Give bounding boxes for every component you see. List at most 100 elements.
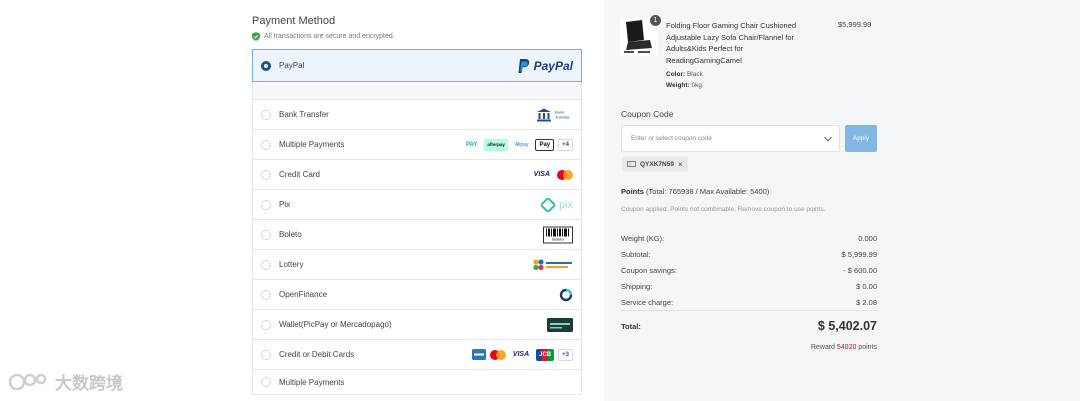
afterpay-logo: afterpay xyxy=(484,138,508,151)
summary-row-shipping: Shipping: $ 0.00 xyxy=(621,278,877,294)
summary-label: Shipping: xyxy=(621,281,653,291)
payment-method-list: PayPal PayPal Bank Transfer Bank Transfe… xyxy=(252,49,582,395)
apply-coupon-button[interactable]: Apply xyxy=(845,125,877,152)
visa-logo: VISA xyxy=(512,351,530,358)
payment-option-bank-transfer[interactable]: Bank Transfer Bank Transfer xyxy=(252,100,582,130)
summary-label: Coupon savings: xyxy=(621,265,677,275)
amex-icon xyxy=(471,349,486,360)
color-value: Black xyxy=(686,71,703,78)
secure-note-text: All transactions are secure and encrypte… xyxy=(264,33,395,40)
summary-label: Weight (KG): xyxy=(621,233,665,243)
product-name: Folding Floor Gaming Chair Cushioned Adj… xyxy=(666,21,797,65)
more-count-badge: +3 xyxy=(558,348,573,361)
radio-unselected[interactable] xyxy=(261,169,271,180)
payment-option-multiple-payments[interactable]: Multiple Payments PAY afterpay Alipay Pa… xyxy=(252,130,582,160)
payment-option-multiple-payments-2[interactable]: Multiple Payments xyxy=(252,370,582,395)
payment-option-label: Wallet(PicPay or Mercadopago) xyxy=(279,320,392,329)
visa-logo: VISA xyxy=(533,171,550,178)
bank-transfer-logo-text: Bank Transfer xyxy=(555,109,570,120)
radio-unselected[interactable] xyxy=(261,377,271,387)
payment-option-wallet[interactable]: Wallet(PicPay or Mercadopago) xyxy=(252,310,582,340)
radio-unselected[interactable] xyxy=(261,349,271,360)
watermark-logo-icon xyxy=(8,373,47,390)
remove-coupon-icon[interactable]: × xyxy=(678,160,683,169)
reward-suffix: points xyxy=(858,344,877,351)
pay-logo: PAY xyxy=(465,141,478,148)
applied-coupon-code: QYXK7N59 xyxy=(640,160,674,168)
barcode-icon xyxy=(546,228,569,236)
summary-value: - $ 600.00 xyxy=(843,265,877,275)
payment-option-label: Bank Transfer xyxy=(279,110,329,119)
payment-option-label: Credit Card xyxy=(279,170,320,179)
payment-option-label: Multiple Payments xyxy=(279,140,345,149)
bank-transfer-logo: Bank Transfer xyxy=(537,108,573,121)
coupon-placeholder: Enter or select coupon code xyxy=(631,135,712,142)
credit-card-logos: VISA xyxy=(531,169,573,181)
points-info: Points (Total: 765938 / Max Available: 5… xyxy=(621,187,769,196)
radio-unselected[interactable] xyxy=(261,259,271,270)
bank-icon xyxy=(537,108,551,121)
radio-unselected[interactable] xyxy=(261,109,271,120)
radio-unselected[interactable] xyxy=(261,199,271,210)
points-label: Points xyxy=(621,187,644,196)
payment-option-label: Multiple Payments xyxy=(279,377,345,387)
payment-option-credit-or-debit-cards[interactable]: Credit or Debit Cards VISA JCB +3 xyxy=(252,340,582,370)
watermark-text: 大数跨境 xyxy=(55,374,123,393)
alipay-logo: Alipay xyxy=(514,141,529,148)
wallet-logo xyxy=(547,317,573,332)
mastercard-icon xyxy=(489,349,506,360)
weight-value: 0kg xyxy=(691,81,703,89)
reward-prefix: Reward xyxy=(810,344,835,351)
quantity-badge: 1 xyxy=(650,15,661,26)
applied-coupon-chip: QYXK7N59 × xyxy=(622,157,688,171)
radio-unselected[interactable] xyxy=(261,319,271,330)
watermark: 大数跨境 xyxy=(8,369,123,394)
payment-option-expanded-area xyxy=(252,82,582,100)
payment-option-label: OpenFinance xyxy=(279,290,328,299)
payment-option-label: Lottery xyxy=(279,260,304,269)
coupon-heading: Coupon Code xyxy=(621,109,674,119)
total-label: Total: xyxy=(621,322,641,331)
points-detail: (Total: 765938 / Max Available: 5400) xyxy=(646,187,770,196)
product-attributes: Color: Black Weight: 0kg xyxy=(666,70,703,91)
summary-value: $ 2.08 xyxy=(856,297,877,307)
payment-option-openfinance[interactable]: OpenFinance xyxy=(252,280,582,310)
product-color: Color: Black xyxy=(666,70,703,81)
lottery-logo xyxy=(533,258,573,271)
summary-row-subtotal: Subtotal: $ 5,999.99 xyxy=(621,246,877,262)
points-note: Coupon applied. Points not combinable. R… xyxy=(621,206,826,213)
paypal-logo-text: PayPal xyxy=(533,58,573,73)
paypal-icon xyxy=(518,58,529,73)
paypal-logo: PayPal xyxy=(518,58,573,73)
reward-points: Reward 54020 points xyxy=(811,344,877,351)
payment-option-boleto[interactable]: Boleto Boleto xyxy=(252,220,582,250)
shield-check-icon xyxy=(252,32,260,41)
apple-pay-logo: Pay xyxy=(535,138,555,151)
more-count-badge: +4 xyxy=(558,138,573,151)
boleto-logo: Boleto xyxy=(543,226,573,243)
summary-value: $ 0.00 xyxy=(856,281,877,291)
payment-method-title: Payment Method xyxy=(252,15,336,27)
color-label: Color: xyxy=(666,71,686,78)
payment-option-paypal[interactable]: PayPal PayPal xyxy=(252,49,582,82)
price-summary: Weight (KG): 0.000 Subtotal: $ 5,999.99 … xyxy=(621,230,877,310)
payment-option-lottery[interactable]: Lottery xyxy=(252,250,582,280)
radio-unselected[interactable] xyxy=(261,139,271,150)
summary-row-coupon-savings: Coupon savings: - $ 600.00 xyxy=(621,262,877,278)
jcb-logo: JCB xyxy=(536,348,555,361)
wallet-card-icon xyxy=(547,317,573,332)
payment-option-label: Credit or Debit Cards xyxy=(279,350,355,359)
chevron-down-icon xyxy=(824,136,832,142)
mastercard-icon xyxy=(557,169,573,180)
summary-value: 0.000 xyxy=(858,233,877,243)
radio-unselected[interactable] xyxy=(261,229,271,240)
payment-option-pix[interactable]: Pix pix xyxy=(252,190,582,220)
payment-option-credit-card[interactable]: Credit Card VISA xyxy=(252,160,582,190)
multiple-payments-logos: PAY afterpay Alipay Pay +4 xyxy=(463,138,573,151)
summary-label: Service charge: xyxy=(621,297,674,307)
radio-unselected[interactable] xyxy=(261,289,271,300)
pix-logo-text: pix xyxy=(558,198,573,211)
pix-icon xyxy=(540,197,555,212)
coupon-select[interactable]: Enter or select coupon code xyxy=(621,125,840,152)
radio-selected[interactable] xyxy=(261,60,271,71)
